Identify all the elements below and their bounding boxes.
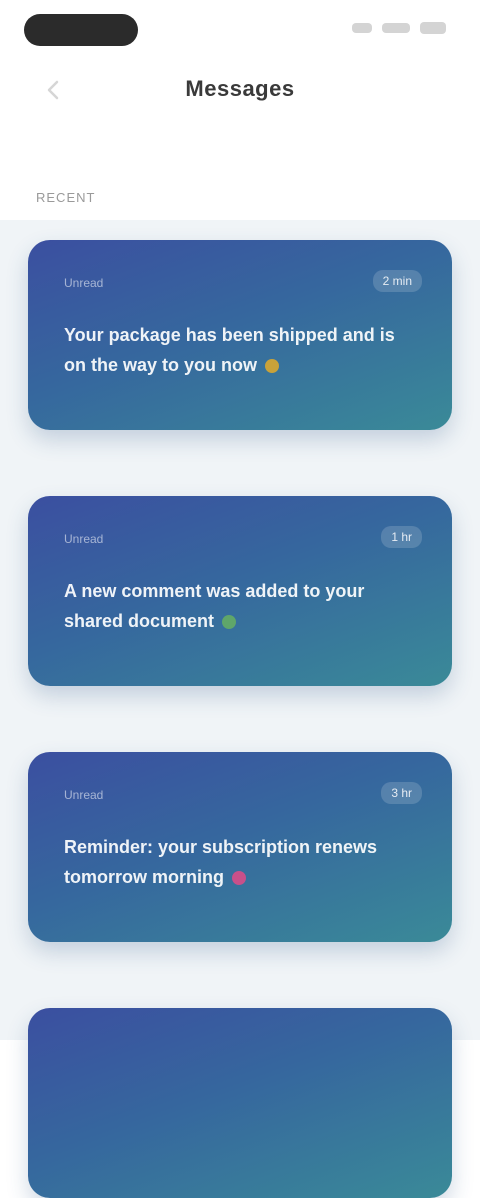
notification-list: Unread 2 min Your package has been shipp… bbox=[0, 220, 480, 1198]
card-meta: Unread bbox=[64, 532, 104, 546]
notification-card[interactable] bbox=[28, 1008, 452, 1198]
wifi-icon bbox=[382, 23, 410, 33]
section-label: Recent bbox=[36, 190, 96, 205]
header: Messages bbox=[0, 60, 480, 120]
notification-card[interactable]: Unread 2 min Your package has been shipp… bbox=[28, 240, 452, 430]
status-dot-icon bbox=[232, 871, 246, 886]
card-message-text: Reminder: your subscription renews tomor… bbox=[64, 837, 378, 887]
card-message-text: A new comment was added to your shared d… bbox=[64, 581, 365, 631]
card-message-text: Your package has been shipped and is on … bbox=[64, 325, 395, 375]
notification-card[interactable]: Unread 1 hr A new comment was added to y… bbox=[28, 496, 452, 686]
signal-icon bbox=[352, 23, 372, 33]
card-time-badge: 3 hr bbox=[381, 782, 422, 804]
card-meta: Unread bbox=[64, 276, 104, 290]
card-message: A new comment was added to your shared d… bbox=[64, 576, 412, 636]
card-time-badge: 1 hr bbox=[381, 526, 422, 548]
status-dot-icon bbox=[265, 359, 279, 374]
status-dot-icon bbox=[222, 615, 237, 630]
card-message: Your package has been shipped and is on … bbox=[64, 320, 412, 380]
status-pill bbox=[24, 14, 138, 46]
status-bar bbox=[0, 0, 480, 60]
notification-card[interactable]: Unread 3 hr Reminder: your subscription … bbox=[28, 752, 452, 942]
card-message: Reminder: your subscription renews tomor… bbox=[64, 832, 412, 892]
battery-icon bbox=[420, 22, 446, 34]
status-indicators bbox=[352, 22, 446, 34]
page-title: Messages bbox=[185, 76, 295, 101]
card-meta: Unread bbox=[64, 788, 104, 802]
card-time-badge: 2 min bbox=[372, 270, 422, 292]
